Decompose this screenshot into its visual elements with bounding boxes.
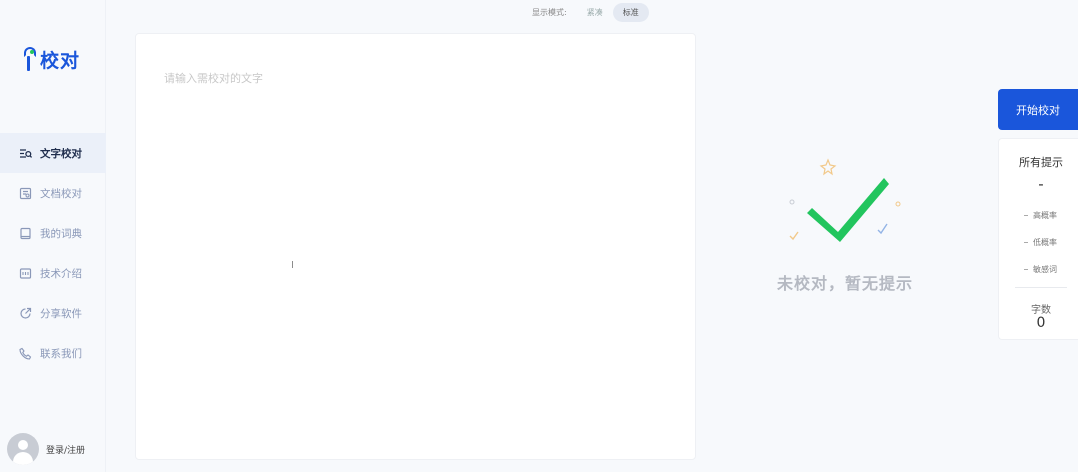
app-logo[interactable]: 校对 xyxy=(24,46,80,73)
sidebar-item-label: 文档校对 xyxy=(40,187,82,200)
checkmark-illustration-icon xyxy=(789,158,901,242)
start-proofread-button[interactable]: 开始校对 xyxy=(998,89,1078,130)
sidebar-item-doc-proofread[interactable]: 文档校对 xyxy=(0,173,106,213)
hint-filter-label: 高概率 xyxy=(1033,211,1057,220)
proofread-text-input[interactable] xyxy=(136,34,695,459)
text-editor-panel: I xyxy=(135,33,696,460)
sidebar-item-label: 技术介绍 xyxy=(40,267,82,280)
sidebar-item-dictionary[interactable]: 我的词典 xyxy=(0,213,106,253)
hint-filter-label: 低概率 xyxy=(1033,238,1057,247)
word-count-label: 字数 xyxy=(1031,305,1051,316)
hints-panel: 所有提示 - 高概率 低概率 敏感词 字数 0 xyxy=(998,138,1078,340)
hint-filter-sensitive[interactable]: 敏感词 xyxy=(1024,264,1057,275)
tech-icon xyxy=(19,267,32,280)
sidebar-item-text-proofread[interactable]: 文字校对 xyxy=(0,133,106,173)
sidebar: 校对 文字校对 文档校对 我的词典 技术介绍 分享软件 联系我们 登录/注册 xyxy=(0,0,106,472)
mode-option-standard[interactable]: 标准 xyxy=(612,3,649,22)
book-icon xyxy=(19,227,32,240)
display-mode-label: 显示模式: xyxy=(532,8,567,17)
empty-state: 未校对，暂无提示 xyxy=(760,150,930,300)
sidebar-item-label: 分享软件 xyxy=(40,307,82,320)
sidebar-item-contact[interactable]: 联系我们 xyxy=(0,333,106,373)
sidebar-item-share[interactable]: 分享软件 xyxy=(0,293,106,333)
login-register-label: 登录/注册 xyxy=(46,445,86,456)
login-register[interactable]: 登录/注册 xyxy=(7,433,85,465)
divider xyxy=(1015,287,1067,288)
word-count-value: 0 xyxy=(1036,315,1046,331)
text-search-icon xyxy=(19,147,32,160)
logo-icon xyxy=(24,46,38,73)
sidebar-nav: 文字校对 文档校对 我的词典 技术介绍 分享软件 联系我们 xyxy=(0,133,106,373)
sidebar-item-tech-intro[interactable]: 技术介绍 xyxy=(0,253,106,293)
share-icon xyxy=(19,307,32,320)
hint-filter-label: 敏感词 xyxy=(1033,265,1057,274)
phone-icon xyxy=(19,347,32,360)
display-mode-switch: 显示模式: 紧凑 标准 xyxy=(532,3,649,22)
text-cursor-icon: I xyxy=(291,260,294,271)
document-icon xyxy=(19,187,32,200)
empty-state-text: 未校对，暂无提示 xyxy=(776,274,913,293)
hint-filter-high[interactable]: 高概率 xyxy=(1024,210,1057,221)
hints-count: - xyxy=(1038,175,1044,193)
sidebar-item-label: 联系我们 xyxy=(40,347,82,360)
logo-text: 校对 xyxy=(40,50,81,72)
all-hints-title[interactable]: 所有提示 xyxy=(999,154,1078,170)
avatar[interactable] xyxy=(7,433,39,465)
sidebar-item-label: 我的词典 xyxy=(40,227,82,240)
mode-option-compact[interactable]: 紧凑 xyxy=(577,3,613,22)
sidebar-item-label: 文字校对 xyxy=(40,147,82,160)
hint-filter-low[interactable]: 低概率 xyxy=(1024,237,1057,248)
